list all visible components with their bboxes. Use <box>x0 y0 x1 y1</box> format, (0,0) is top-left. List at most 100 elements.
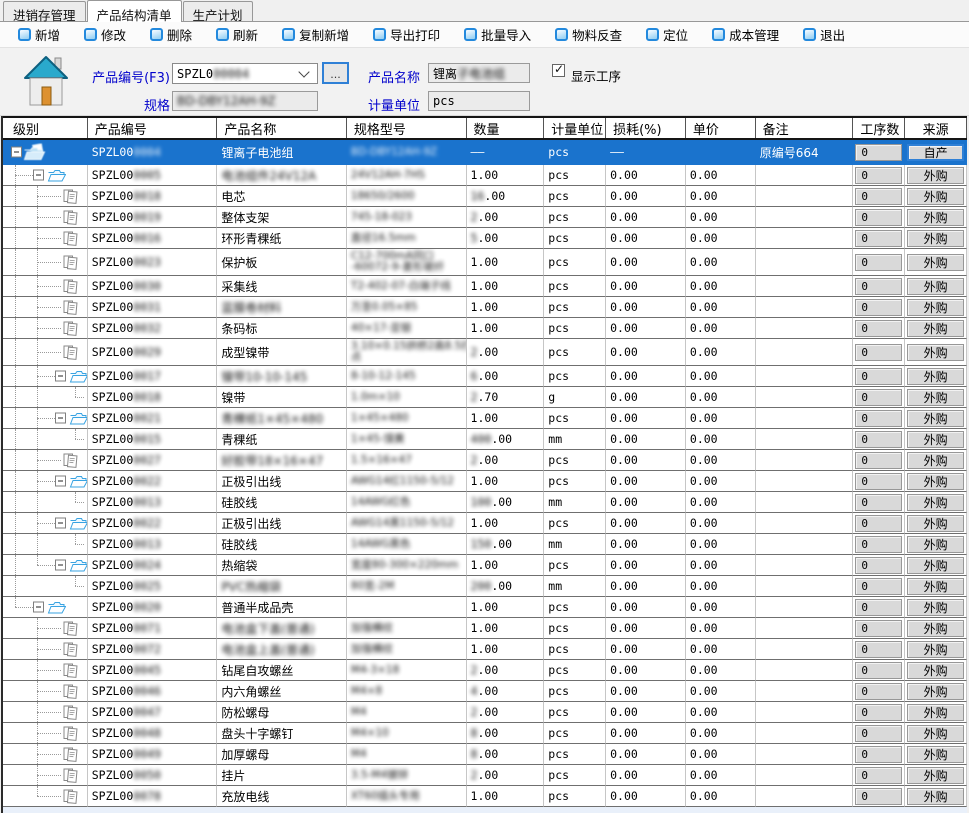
toolbar-button-刷新[interactable]: 刷新 <box>216 25 258 44</box>
spec-field[interactable]: BD-DBY12AH-9Z <box>172 91 318 111</box>
toolbar-button-新增[interactable]: 新增 <box>18 25 60 44</box>
column-header-工序数[interactable]: 工序数 <box>853 118 905 138</box>
table-row[interactable]: SPZL000017镍带10-10-1458-10-12-1456.00pcs0… <box>3 366 967 387</box>
tab-产品结构清单[interactable]: 产品结构清单 <box>87 0 182 22</box>
browse-button[interactable]: ... <box>322 62 349 84</box>
table-row[interactable]: SPZL000045钻尾自攻螺丝M4-3×182.00pcs0.000.000外… <box>3 660 967 681</box>
source-box[interactable]: 外购 <box>907 167 964 184</box>
show-process-checkbox[interactable] <box>552 64 565 77</box>
column-header-级别[interactable]: 级别 <box>3 118 88 138</box>
table-row[interactable]: SPZL000019整体支架745-18-0232.00pcs0.000.000… <box>3 207 967 228</box>
table-row[interactable]: SPZL000029成型镍带3.10×0.15拱桥2高8.5打点2.00pcs0… <box>3 339 967 366</box>
table-row[interactable]: SPZL000004锂离子电池组BD-DBY12AH-9Z——pcs——原编号6… <box>3 140 967 165</box>
table-row[interactable]: SPZL000072电池盒上盖(普通)加强横纹1.00pcs0.000.000外… <box>3 639 967 660</box>
toolbar-button-批量导入[interactable]: 批量导入 <box>464 25 531 44</box>
tab-生产计划[interactable]: 生产计划 <box>183 1 253 21</box>
tree-expand-box[interactable] <box>11 147 22 158</box>
unit-field[interactable]: pcs <box>428 91 530 111</box>
tab-进销存管理[interactable]: 进销存管理 <box>3 1 86 21</box>
table-row[interactable]: SPZL000031蓝膜卷材料万圣0.05×851.00pcs0.000.000… <box>3 297 967 318</box>
column-header-产品名称[interactable]: 产品名称 <box>217 118 347 138</box>
tree-expand-box[interactable] <box>33 602 44 613</box>
source-box[interactable]: 外购 <box>907 230 964 247</box>
source-box[interactable]: 外购 <box>907 473 964 490</box>
source-box[interactable]: 外购 <box>907 746 964 763</box>
toolbar-button-退出[interactable]: 退出 <box>803 25 845 44</box>
source-box[interactable]: 外购 <box>907 788 964 805</box>
toolbar-button-成本管理[interactable]: 成本管理 <box>712 25 779 44</box>
table-row[interactable]: SPZL000049加厚螺母M48.00pcs0.000.000外购 <box>3 744 967 765</box>
source-box[interactable]: 外购 <box>907 431 964 448</box>
table-row[interactable]: SPZL000050挂片3.5-M4镀锌2.00pcs0.000.000外购 <box>3 765 967 786</box>
source-box[interactable]: 外购 <box>907 599 964 616</box>
source-box[interactable]: 外购 <box>907 683 964 700</box>
column-header-计量单位[interactable]: 计量单位 <box>544 118 606 138</box>
table-row[interactable]: SPZL000013硅胶线14AWG红色100.00mm0.000.000外购 <box>3 492 967 513</box>
table-row[interactable]: SPZL000016环形青稞纸直径16.5mm5.00pcs0.000.000外… <box>3 228 967 249</box>
column-header-规格型号[interactable]: 规格型号 <box>347 118 467 138</box>
table-row[interactable]: SPZL000025PVC热缩袋80宽-2M200.00mm0.000.000外… <box>3 576 967 597</box>
table-row[interactable]: SPZL000048盘头十字螺钉M4×108.00pcs0.000.000外购 <box>3 723 967 744</box>
source-box[interactable]: 外购 <box>907 344 964 361</box>
tree-expand-box[interactable] <box>55 518 66 529</box>
source-box[interactable]: 外购 <box>907 578 964 595</box>
source-box[interactable]: 外购 <box>907 536 964 553</box>
source-box[interactable]: 外购 <box>907 320 964 337</box>
source-box[interactable]: 外购 <box>907 410 964 427</box>
column-header-来源[interactable]: 来源 <box>905 118 967 138</box>
source-box[interactable]: 外购 <box>907 557 964 574</box>
source-box[interactable]: 外购 <box>907 254 964 271</box>
table-row[interactable]: SPZL000018镍带1.0m×102.70g0.000.000外购 <box>3 387 967 408</box>
toolbar-button-物料反查[interactable]: 物料反查 <box>555 25 622 44</box>
source-box[interactable]: 外购 <box>907 188 964 205</box>
column-header-产品编号[interactable]: 产品编号 <box>88 118 218 138</box>
source-box[interactable]: 外购 <box>907 452 964 469</box>
table-row[interactable]: SPZL000024热缩袋宽度80-300×220mm1.00pcs0.000.… <box>3 555 967 576</box>
tree-expand-box[interactable] <box>55 476 66 487</box>
table-row[interactable]: SPZL000022正极引出线AWG14红1150-5/121.00pcs0.0… <box>3 471 967 492</box>
tree-expand-box[interactable] <box>55 560 66 571</box>
source-box[interactable]: 外购 <box>907 641 964 658</box>
source-box[interactable]: 外购 <box>907 767 964 784</box>
source-box[interactable]: 外购 <box>907 704 964 721</box>
table-row[interactable]: SPZL000030采集线T2-402-07-白端子线1.00pcs0.000.… <box>3 276 967 297</box>
tree-expand-box[interactable] <box>55 371 66 382</box>
product-code-combo[interactable]: SPZL000004 <box>172 63 318 84</box>
source-box[interactable]: 外购 <box>907 389 964 406</box>
toolbar-button-复制新增[interactable]: 复制新增 <box>282 25 349 44</box>
table-row[interactable]: SPZL000020普通半成品壳1.00pcs0.000.000外购 <box>3 597 967 618</box>
column-header-数量[interactable]: 数量 <box>467 118 545 138</box>
source-box[interactable]: 外购 <box>907 515 964 532</box>
table-row[interactable]: SPZL000071电池盒下盖(普通)加强横纹1.00pcs0.000.000外… <box>3 618 967 639</box>
tree-expand-box[interactable] <box>55 413 66 424</box>
toolbar-button-导出打印[interactable]: 导出打印 <box>373 25 440 44</box>
table-row[interactable]: SPZL000022正极引出线AWG14黑1150-5/121.00pcs0.0… <box>3 513 967 534</box>
toolbar-button-删除[interactable]: 删除 <box>150 25 192 44</box>
source-box[interactable]: 外购 <box>907 620 964 637</box>
table-row[interactable]: SPZL000021青稞纸1×45×4801×45×4801.00pcs0.00… <box>3 408 967 429</box>
table-row[interactable]: SPZL000015青稞纸1×45-馍黄400.00mm0.000.000外购 <box>3 429 967 450</box>
source-box[interactable]: 外购 <box>907 494 964 511</box>
column-header-备注[interactable]: 备注 <box>756 118 854 138</box>
table-row[interactable]: SPZL000078充放电线XT60插头专用1.00pcs0.000.000外购 <box>3 786 967 807</box>
product-name-field[interactable]: 锂离子电池组 <box>428 63 530 83</box>
source-box[interactable]: 自产 <box>907 144 964 161</box>
source-box[interactable]: 外购 <box>907 662 964 679</box>
table-row[interactable]: SPZL000018电芯18650/260016.00pcs0.000.000外… <box>3 186 967 207</box>
source-box[interactable]: 外购 <box>907 209 964 226</box>
table-row[interactable]: SPZL000023保护板C12-700mA同口-60072-9-菱形玻纤1.0… <box>3 249 967 276</box>
toolbar-button-修改[interactable]: 修改 <box>84 25 126 44</box>
source-box[interactable]: 外购 <box>907 299 964 316</box>
source-box[interactable]: 外购 <box>907 368 964 385</box>
source-box[interactable]: 外购 <box>907 725 964 742</box>
toolbar-button-定位[interactable]: 定位 <box>646 25 688 44</box>
column-header-单价[interactable]: 单价 <box>686 118 756 138</box>
table-row[interactable]: SPZL000005电池组件24V12A24V12AH-7HS1.00pcs0.… <box>3 165 967 186</box>
table-row[interactable]: SPZL000027好胶带18×16×471.5×16×472.00pcs0.0… <box>3 450 967 471</box>
table-row[interactable]: SPZL000047防松螺母M42.00pcs0.000.000外购 <box>3 702 967 723</box>
table-row[interactable]: SPZL000013硅胶线14AWG黑色150.00mm0.000.000外购 <box>3 534 967 555</box>
column-header-损耗(%)[interactable]: 损耗(%) <box>606 118 686 138</box>
table-row[interactable]: SPZL000046内六角螺丝M4×84.00pcs0.000.000外购 <box>3 681 967 702</box>
table-row[interactable]: SPZL000032条码标40×17-亚银1.00pcs0.000.000外购 <box>3 318 967 339</box>
tree-expand-box[interactable] <box>33 170 44 181</box>
